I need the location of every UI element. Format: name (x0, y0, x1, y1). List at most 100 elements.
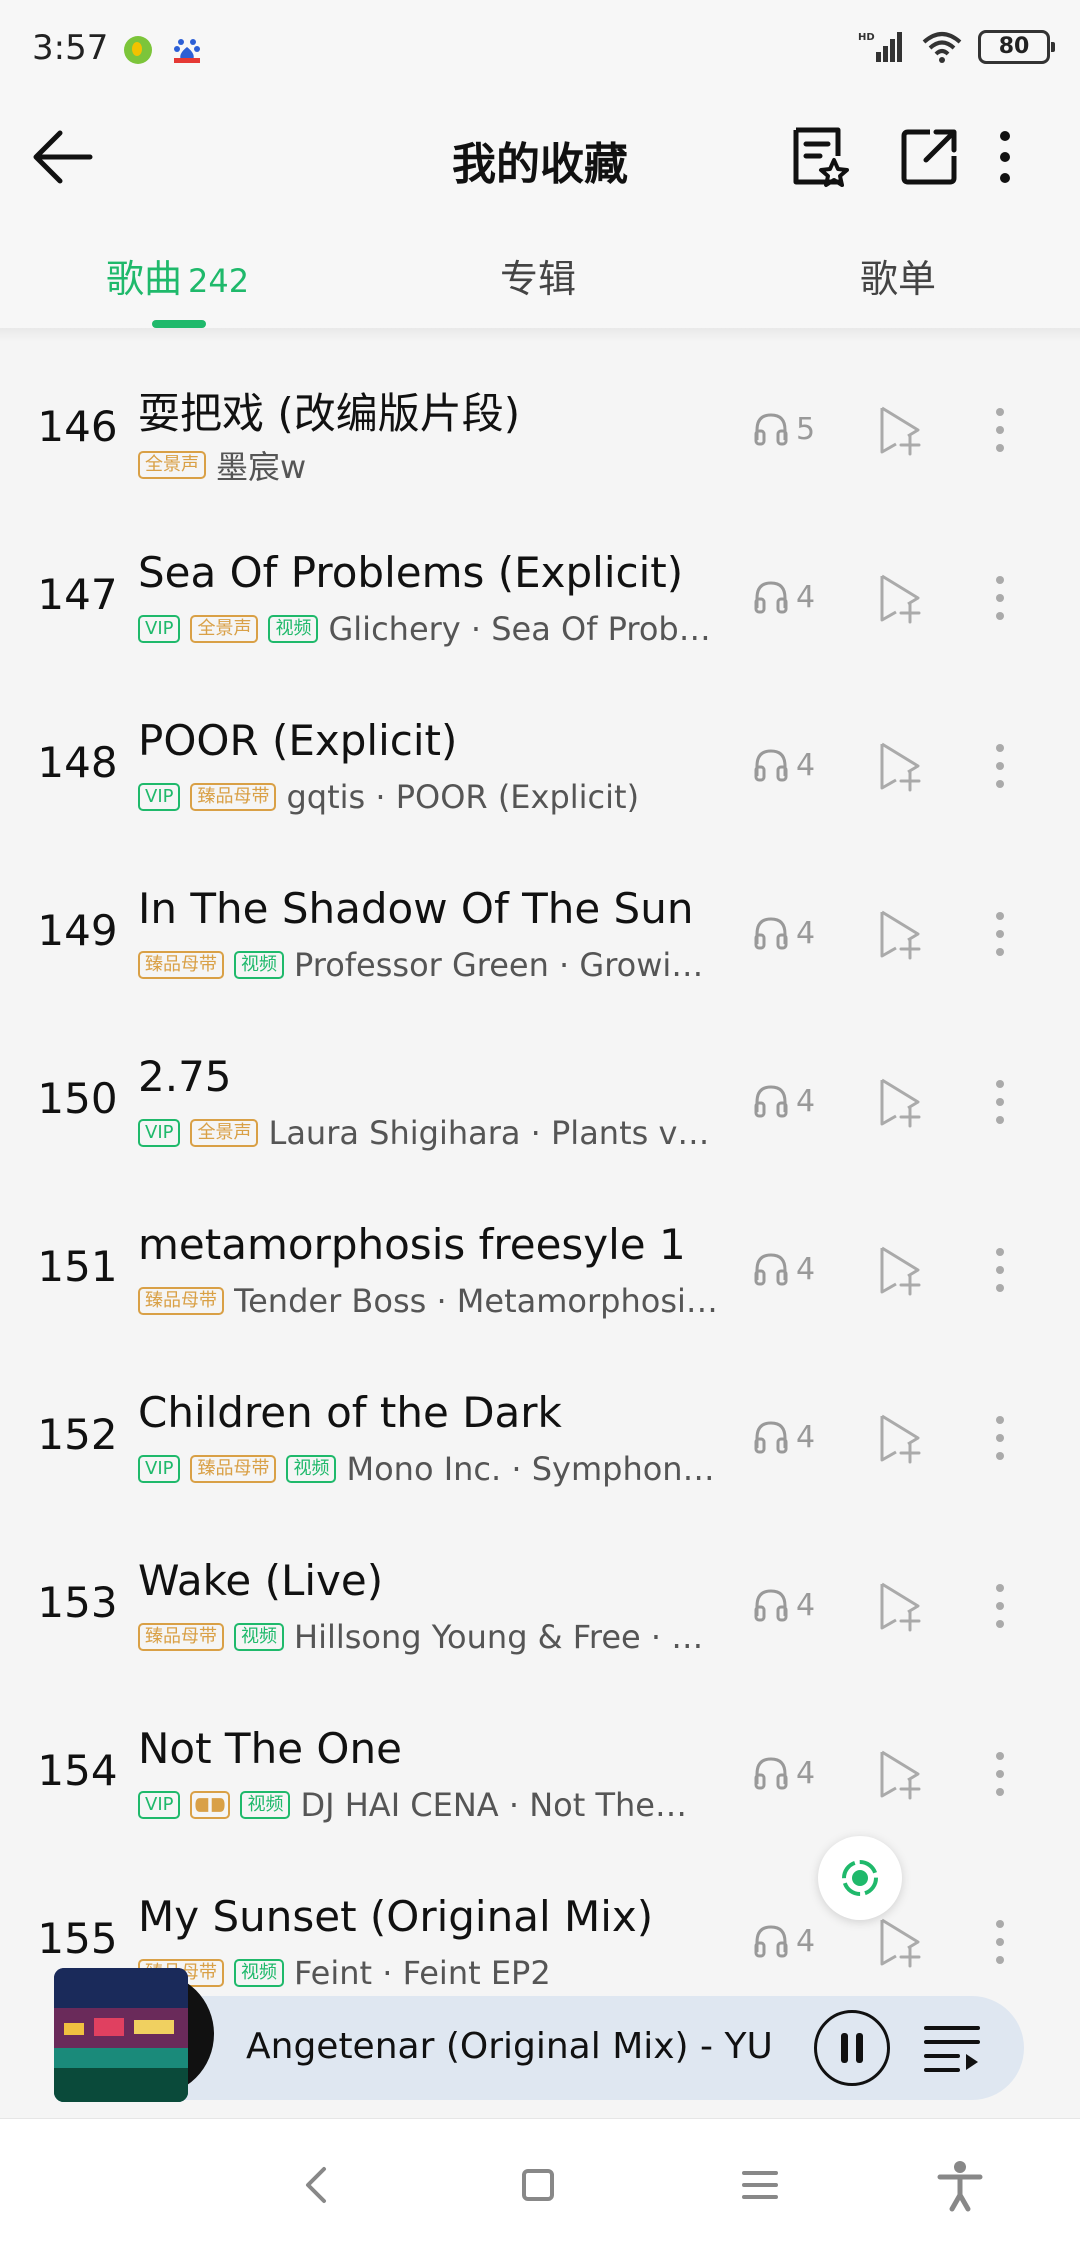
vip-badge: VIP (138, 783, 181, 811)
dolby-badge-icon (190, 1791, 231, 1819)
song-row[interactable]: 148 POOR (Explicit) VIP 臻品母带 gqtis · POO… (0, 676, 1080, 844)
system-nav-bar (0, 2118, 1080, 2248)
song-artist: Laura Shigihara · Plants vs… (268, 1114, 718, 1152)
manage-favorites-button[interactable] (784, 122, 854, 192)
listen-count: 4 (752, 1082, 815, 1120)
tab-albums[interactable]: 专辑 (500, 248, 576, 303)
song-more-icon[interactable] (980, 1074, 1020, 1130)
tab-playlists[interactable]: 歌单 (860, 248, 936, 303)
song-title: 2.75 (138, 1052, 232, 1101)
vip-badge: VIP (138, 1791, 181, 1819)
vip-badge: VIP (138, 615, 181, 643)
nav-recents-icon[interactable] (730, 2155, 790, 2215)
song-more-icon[interactable] (980, 1410, 1020, 1466)
song-index: 147 (37, 570, 118, 619)
song-row[interactable]: 150 2.75 VIP 全景声 Laura Shigihara · Plant… (0, 1012, 1080, 1180)
song-row[interactable]: 147 Sea Of Problems (Explicit) VIP 全景声 视… (0, 508, 1080, 676)
qq-music-notification-icon (124, 36, 152, 64)
tab-playlists-label: 歌单 (860, 257, 937, 301)
listen-count: 5 (752, 410, 815, 448)
headphones-icon (754, 1421, 788, 1454)
song-more-icon[interactable] (980, 1242, 1020, 1298)
add-to-playlist-icon[interactable] (872, 1410, 928, 1466)
song-row[interactable]: 154 Not The One VIP 视频 DJ HAI CENA · Not… (0, 1684, 1080, 1852)
song-meta: 臻品母带 视频 Feint · Feint EP2 (138, 1954, 718, 1992)
tab-songs[interactable]: 歌曲 242 (106, 248, 249, 303)
song-index: 146 (37, 402, 118, 451)
song-artist: Glichery · Sea Of Prob… (328, 610, 711, 648)
song-artist: 墨宸w (216, 448, 307, 486)
add-to-playlist-icon[interactable] (872, 738, 928, 794)
song-meta: VIP 臻品母带 视频 Mono Inc. · Symphon… (138, 1450, 718, 1488)
song-more-icon[interactable] (980, 402, 1020, 458)
video-badge: 视频 (234, 1623, 284, 1651)
add-to-playlist-icon[interactable] (872, 570, 928, 626)
headphones-icon (754, 749, 788, 782)
song-row[interactable]: 151 metamorphosis freesyle 1 臻品母带 Tender… (0, 1180, 1080, 1348)
listen-count-value: 4 (796, 1923, 816, 1959)
add-to-playlist-icon[interactable] (872, 402, 928, 458)
nav-home-icon[interactable] (508, 2155, 568, 2215)
status-bar: 3:57 HD 80 (0, 0, 1080, 100)
song-more-icon[interactable] (980, 570, 1020, 626)
locate-icon (842, 1860, 878, 1896)
locate-playing-button[interactable] (818, 1836, 902, 1920)
song-more-icon[interactable] (980, 1578, 1020, 1634)
listen-count-value: 4 (796, 1587, 816, 1623)
song-index: 150 (37, 1074, 118, 1123)
master-quality-badge: 臻品母带 (190, 1455, 277, 1483)
song-index: 148 (37, 738, 118, 787)
now-playing-title[interactable]: Angetenar (Original Mix) - YUN/ (246, 2026, 776, 2067)
vip-badge: VIP (138, 1119, 181, 1147)
listen-count-value: 4 (796, 1251, 816, 1287)
wifi-icon (922, 32, 962, 63)
headphones-icon (754, 1589, 788, 1622)
song-artist: Feint · Feint EP2 (294, 1954, 551, 1992)
headphones-icon (754, 917, 788, 950)
song-title: POOR (Explicit) (138, 716, 458, 765)
song-row[interactable]: 153 Wake (Live) 臻品母带 视频 Hillsong Young &… (0, 1516, 1080, 1684)
song-title: Wake (Live) (138, 1556, 384, 1605)
song-more-icon[interactable] (980, 1746, 1020, 1802)
song-more-icon[interactable] (980, 1914, 1020, 1970)
listen-count-value: 4 (796, 1419, 816, 1455)
pause-button[interactable] (814, 2010, 890, 2086)
add-to-playlist-icon[interactable] (872, 1074, 928, 1130)
song-artist: Tender Boss · Metamorphosi… (234, 1282, 718, 1320)
accessibility-icon[interactable] (930, 2155, 990, 2215)
headphones-icon (754, 1253, 788, 1286)
song-row[interactable]: 149 In The Shadow Of The Sun 臻品母带 视频 Pro… (0, 844, 1080, 1012)
add-to-playlist-icon[interactable] (872, 1746, 928, 1802)
add-to-playlist-icon[interactable] (872, 906, 928, 962)
share-button[interactable] (894, 122, 964, 192)
headphones-icon (754, 1925, 788, 1958)
tab-songs-label: 歌曲 (106, 257, 183, 301)
song-more-icon[interactable] (980, 906, 1020, 962)
master-quality-badge: 臻品母带 (138, 1287, 224, 1315)
album-cover[interactable] (54, 1968, 188, 2102)
video-badge: 视频 (286, 1455, 337, 1483)
song-meta: VIP 全景声 Laura Shigihara · Plants vs… (138, 1114, 718, 1152)
song-more-icon[interactable] (980, 738, 1020, 794)
song-row[interactable]: 146 耍把戏 (改编版片段) 全景声 墨宸w 5 (0, 340, 1080, 508)
add-to-playlist-icon[interactable] (872, 1914, 928, 1970)
listen-count: 4 (752, 1586, 815, 1624)
playlist-queue-button[interactable] (922, 2020, 982, 2076)
listen-count: 4 (752, 1922, 815, 1960)
listen-count-value: 4 (796, 579, 816, 615)
tab-indicator (152, 320, 206, 328)
nav-back-icon[interactable] (288, 2155, 348, 2215)
status-time: 3:57 (32, 28, 109, 68)
headphones-icon (754, 1757, 788, 1790)
add-to-playlist-icon[interactable] (872, 1242, 928, 1298)
listen-count-value: 4 (796, 915, 816, 951)
add-to-playlist-icon[interactable] (872, 1578, 928, 1634)
video-badge: 视频 (234, 1959, 284, 1987)
listen-count: 4 (752, 1754, 815, 1792)
song-title: My Sunset (Original Mix) (138, 1892, 654, 1941)
listen-count-value: 4 (796, 1083, 816, 1119)
tab-songs-count: 242 (188, 262, 250, 300)
song-row[interactable]: 152 Children of the Dark VIP 臻品母带 视频 Mon… (0, 1348, 1080, 1516)
more-options-button[interactable] (985, 122, 1025, 192)
song-meta: VIP 臻品母带 gqtis · POOR (Explicit) (138, 778, 718, 816)
